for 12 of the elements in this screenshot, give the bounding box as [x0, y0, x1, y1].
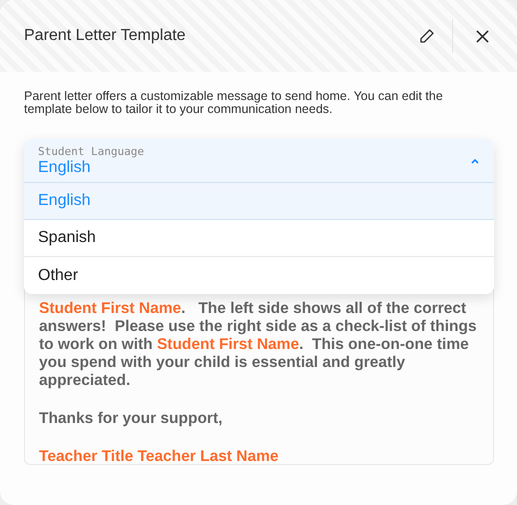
dropdown-option[interactable]: Other — [24, 257, 494, 294]
pencil-icon — [419, 28, 435, 44]
description: Parent letter offers a customizable message to send home. You can edit the template below to tailor it to your communication needs. — [24, 90, 444, 116]
dropdown-option[interactable]: Spanish — [24, 220, 494, 257]
letter-paragraph: Teacher Title Teacher Last Name — [39, 448, 280, 466]
letter-paragraph: Student First Name. The left side shows all of the correct answers! Please use the right side as a check-list of things to work on with Student First Name. This one-on-one time you spend with your child is essential and greatly appreciated. — [39, 300, 478, 390]
select-value: English — [38, 158, 92, 176]
chevron-icon — [470, 158, 480, 164]
close-icon — [476, 30, 488, 42]
dialog-title: Parent Letter Template — [24, 27, 187, 45]
select-label: Student Language — [38, 144, 145, 158]
letter-paragraph: Thanks for your support, — [39, 410, 224, 428]
